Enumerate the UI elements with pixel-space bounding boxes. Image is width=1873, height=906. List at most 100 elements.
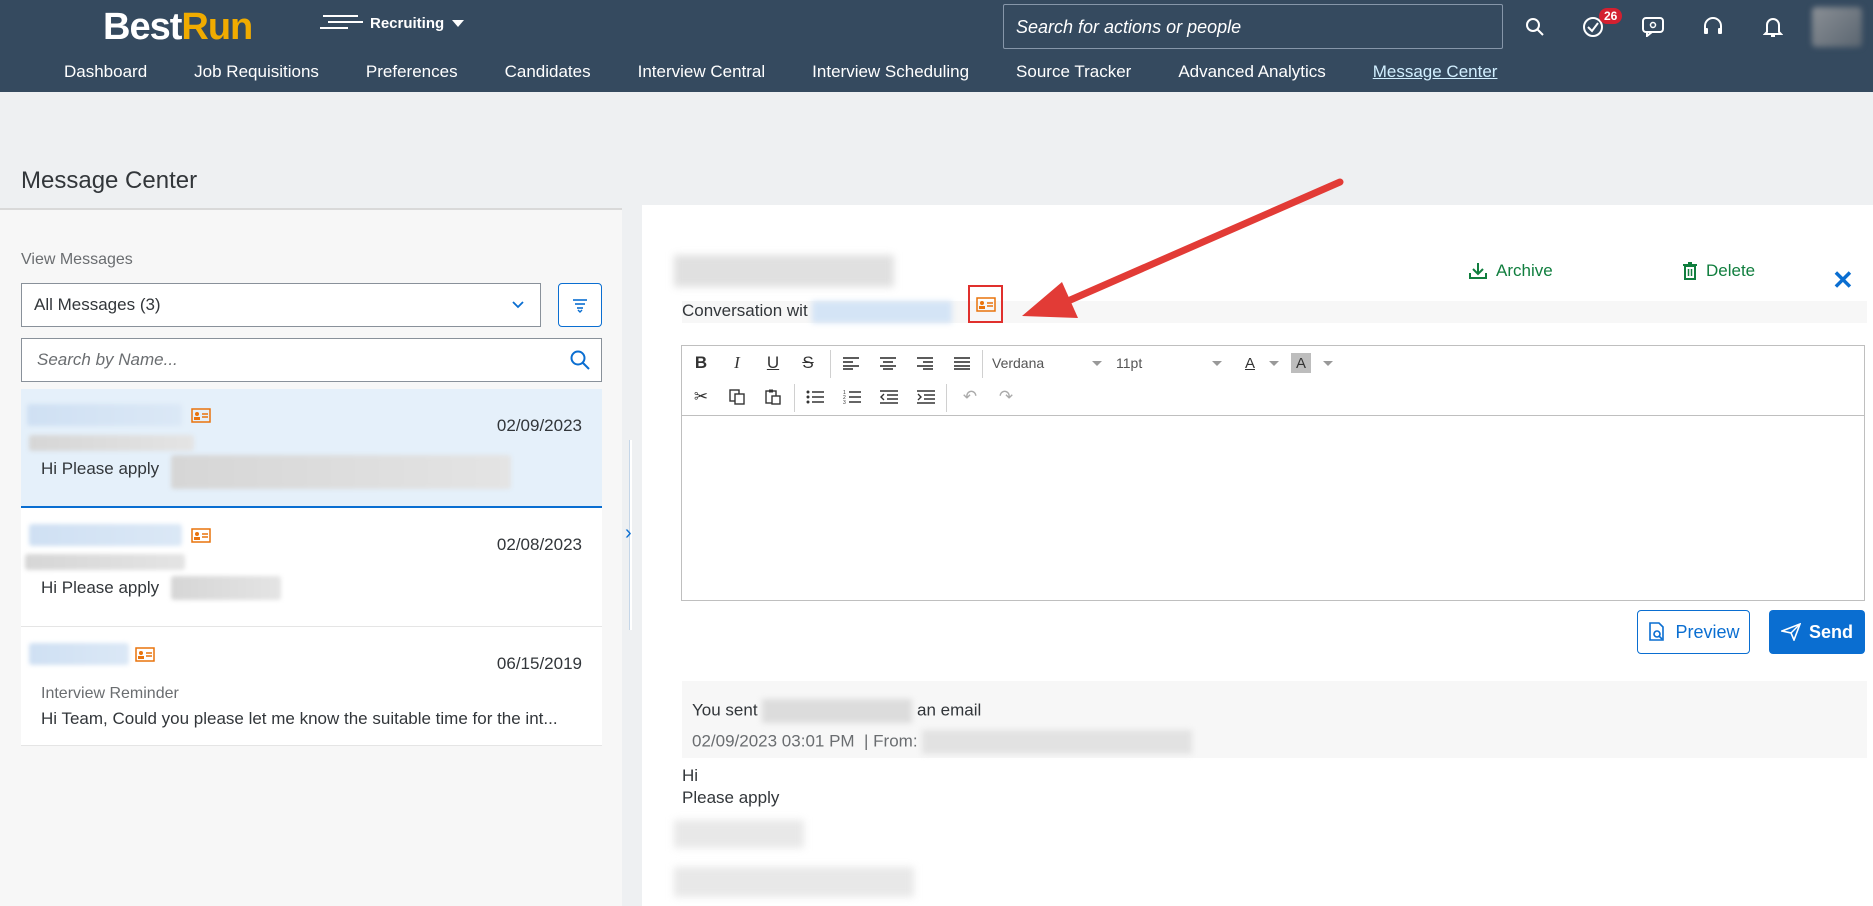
text-color-icon[interactable]: A — [1237, 350, 1263, 376]
caret-down-icon — [1092, 360, 1102, 366]
cut-icon[interactable]: ✂ — [688, 384, 714, 410]
logo-speed-lines-icon — [320, 15, 363, 29]
highlight-color-icon[interactable]: A — [1291, 353, 1311, 373]
font-family-select[interactable]: Verdana — [992, 355, 1102, 371]
font-size-select[interactable]: 11pt — [1116, 355, 1222, 371]
nav-dashboard[interactable]: Dashboard — [64, 62, 147, 88]
global-search[interactable] — [1003, 4, 1503, 49]
headset-icon[interactable] — [1698, 12, 1728, 42]
list-item[interactable]: 02/09/2023 Hi Please apply — [21, 389, 602, 508]
bold-icon[interactable]: B — [688, 350, 714, 376]
svg-text:3: 3 — [843, 400, 846, 404]
chevron-right-icon[interactable]: › — [625, 522, 632, 545]
trash-icon — [1683, 262, 1697, 280]
sent-meta: 02/09/2023 03:01 PM | From: — [692, 730, 1193, 754]
messages-filter-select[interactable]: All Messages (3) — [21, 283, 541, 327]
paste-icon[interactable] — [760, 384, 786, 410]
search-icon[interactable] — [1520, 12, 1550, 42]
view-messages-label: View Messages — [21, 251, 133, 268]
align-center-icon[interactable] — [875, 350, 901, 376]
font-family-value: Verdana — [992, 355, 1045, 371]
bestrun-logo[interactable]: Best Run — [103, 6, 363, 48]
bullet-list-icon[interactable] — [802, 384, 828, 410]
email-body-line: Please apply — [682, 788, 780, 807]
list-item[interactable]: 06/15/2019 Interview Reminder Hi Team, C… — [21, 627, 602, 746]
message-preview: Hi Team, Could you please let me know th… — [41, 709, 558, 728]
redacted-signature — [674, 820, 804, 848]
module-switcher[interactable]: Recruiting — [370, 15, 465, 32]
nav-candidates[interactable]: Candidates — [505, 62, 591, 88]
undo-icon[interactable]: ↶ — [957, 384, 983, 410]
sent-summary: You sent an email — [692, 699, 981, 723]
message-date: 02/09/2023 — [496, 416, 582, 435]
preview-button[interactable]: Preview — [1637, 610, 1750, 654]
delete-button[interactable]: Delete — [1682, 261, 1755, 281]
select-value: All Messages (3) — [34, 295, 161, 314]
sent-datetime: 02/09/2023 03:01 PM — [692, 731, 855, 751]
align-right-icon[interactable] — [912, 350, 938, 376]
nav-interview-scheduling[interactable]: Interview Scheduling — [812, 62, 969, 88]
nav-job-requisitions[interactable]: Job Requisitions — [194, 62, 319, 88]
close-icon[interactable]: ✕ — [1832, 265, 1854, 296]
highlighted-contact-card[interactable] — [968, 285, 1003, 323]
paper-plane-icon — [1780, 623, 1801, 641]
toolbar-divider — [794, 384, 795, 412]
nav-message-center[interactable]: Message Center — [1373, 62, 1498, 88]
message-subject: Interview Reminder — [41, 685, 179, 702]
name-search-field[interactable] — [21, 338, 602, 382]
copy-icon[interactable] — [724, 384, 750, 410]
bell-icon[interactable] — [1758, 12, 1788, 42]
redacted-name — [29, 524, 182, 546]
editor-toolbar: B I U S Verdana 11pt A A ✂ 123 ↶ ↷ — [682, 346, 1864, 416]
conversation-with-label: Conversation wit — [682, 301, 808, 320]
rich-text-editor: B I U S Verdana 11pt A A ✂ 123 ↶ ↷ — [681, 345, 1865, 601]
nav-preferences[interactable]: Preferences — [366, 62, 458, 88]
shell-bar: BestRun Recruiting 26 Dashboard Job Requ… — [0, 0, 1873, 92]
sent-suffix: an email — [917, 700, 982, 720]
redacted-line — [25, 554, 185, 570]
contact-card-icon[interactable] — [135, 647, 155, 662]
send-label: Send — [1808, 621, 1853, 642]
indent-icon[interactable] — [913, 384, 939, 410]
outdent-icon[interactable] — [876, 384, 902, 410]
archive-label: Archive — [1496, 261, 1553, 280]
nav-advanced-analytics[interactable]: Advanced Analytics — [1178, 62, 1325, 88]
name-search-input[interactable] — [37, 350, 532, 370]
archive-button[interactable]: Archive — [1468, 261, 1553, 281]
align-left-icon[interactable] — [838, 350, 864, 376]
module-label: Recruiting — [370, 15, 445, 32]
strikethrough-icon[interactable]: S — [795, 350, 821, 376]
redo-icon[interactable]: ↷ — [993, 384, 1019, 410]
delete-label: Delete — [1706, 261, 1756, 280]
global-search-input[interactable] — [1016, 17, 1490, 38]
caret-down-icon[interactable] — [1269, 361, 1279, 366]
page-title: Message Center — [21, 167, 198, 194]
from-label: | From: — [864, 731, 918, 751]
chat-icon[interactable] — [1638, 12, 1668, 42]
message-body-input[interactable] — [682, 416, 1864, 600]
nav-interview-central[interactable]: Interview Central — [638, 62, 766, 88]
user-avatar[interactable] — [1812, 7, 1862, 47]
contact-card-icon[interactable] — [191, 408, 211, 423]
search-icon[interactable] — [569, 349, 591, 371]
redacted-name — [29, 643, 129, 665]
message-list: 02/09/2023 Hi Please apply 02/08/2023 Hi… — [21, 389, 602, 746]
sort-filter-button[interactable] — [558, 283, 602, 327]
italic-icon[interactable]: I — [724, 350, 750, 376]
redacted-recipient — [762, 699, 913, 723]
redacted-name — [27, 404, 182, 426]
list-item[interactable]: 02/08/2023 Hi Please apply — [21, 508, 602, 627]
nav-source-tracker[interactable]: Source Tracker — [1016, 62, 1131, 88]
underline-icon[interactable]: U — [760, 350, 786, 376]
contact-card-icon[interactable] — [191, 528, 211, 543]
font-size-value: 11pt — [1116, 355, 1143, 371]
numbered-list-icon[interactable]: 123 — [839, 384, 865, 410]
redacted-title — [674, 255, 894, 287]
send-button[interactable]: Send — [1769, 610, 1865, 654]
justify-icon[interactable] — [949, 350, 975, 376]
redacted-preview — [171, 576, 281, 600]
main-nav: Dashboard Job Requisitions Preferences C… — [0, 62, 1544, 88]
caret-down-icon[interactable] — [1323, 361, 1333, 366]
redacted-contact-name — [812, 301, 952, 323]
toolbar-divider — [830, 350, 831, 378]
